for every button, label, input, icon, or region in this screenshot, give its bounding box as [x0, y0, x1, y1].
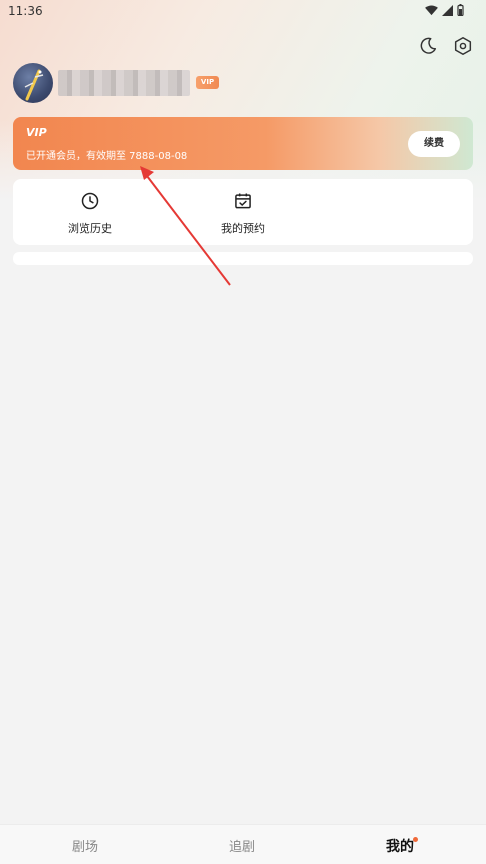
annotation-arrow: [140, 166, 231, 286]
username-blurred: [58, 70, 190, 96]
browse-history-label: 浏览历史: [68, 222, 112, 235]
tab-following[interactable]: 追剧: [202, 836, 282, 855]
status-bar: 11:36: [0, 0, 486, 22]
header-background: [0, 0, 486, 200]
settings-button[interactable]: [452, 35, 474, 57]
battery-icon: [457, 4, 464, 16]
avatar-image: [24, 69, 44, 101]
bottom-navigation: 剧场 追剧 我的: [0, 824, 486, 864]
placeholder-card: [13, 252, 473, 265]
browse-history-button[interactable]: 浏览历史: [50, 191, 130, 236]
renew-button[interactable]: 续费: [408, 131, 460, 157]
tab-theater[interactable]: 剧场: [45, 836, 125, 855]
status-time: 11:36: [8, 4, 43, 18]
wifi-icon: [425, 4, 438, 15]
status-icons: [425, 4, 464, 16]
vip-card-title: VIP: [26, 126, 47, 139]
signal-icon: [442, 4, 453, 16]
moon-icon: [420, 37, 437, 54]
vip-badge: VIP: [196, 76, 219, 89]
notification-dot: [413, 837, 418, 842]
clock-icon: [81, 192, 99, 210]
settings-icon: [454, 37, 472, 55]
night-mode-button[interactable]: [417, 35, 439, 57]
vip-card[interactable]: VIP 已开通会员，有效期至 7888-08-08 续费: [13, 117, 473, 170]
tab-mine[interactable]: 我的: [360, 836, 440, 856]
avatar[interactable]: [13, 63, 53, 103]
shortcuts-panel: 浏览历史 我的预约: [13, 179, 473, 245]
